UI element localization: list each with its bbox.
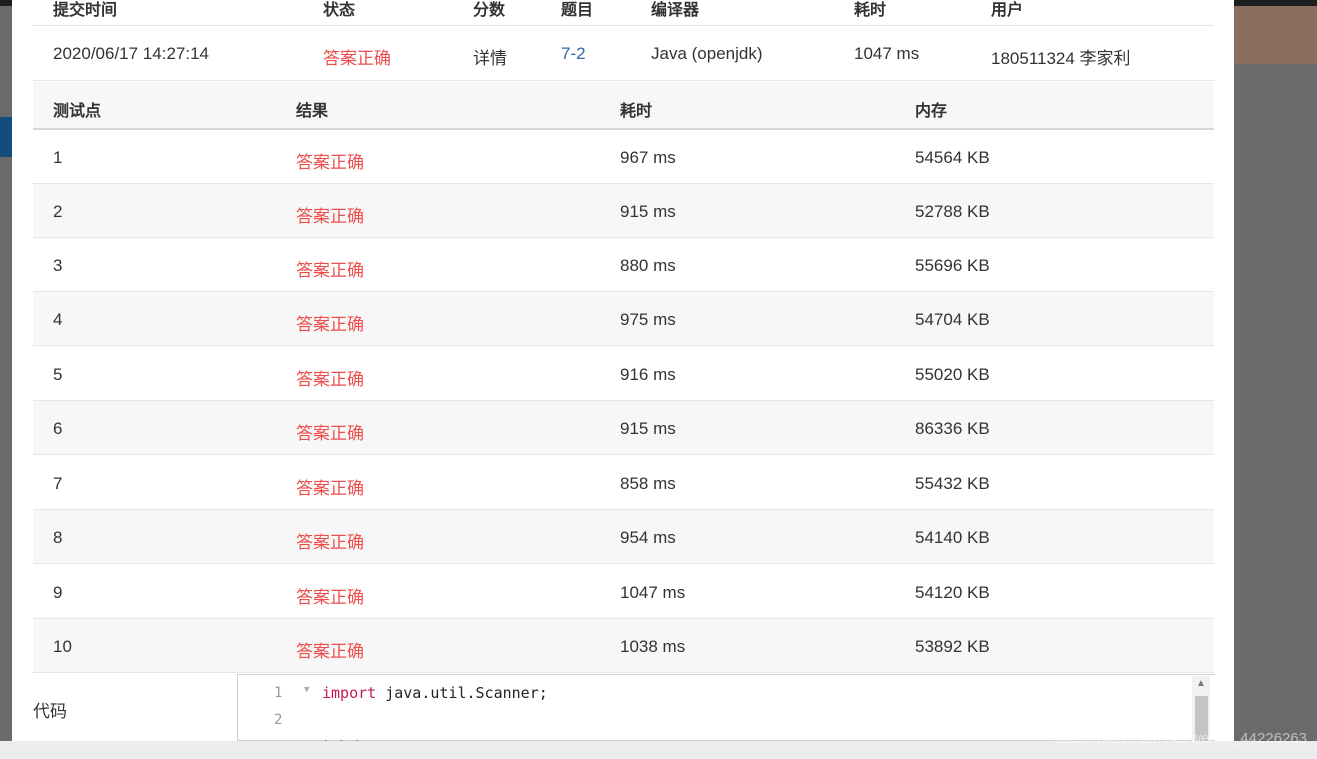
- header-compiler: 编译器: [651, 2, 700, 19]
- testcase-id: 6: [53, 419, 63, 438]
- testcase-id: 7: [53, 474, 63, 493]
- header-testcase: 测试点: [53, 103, 102, 120]
- table-row: 10 答案正确 1038 ms 53892 KB: [33, 619, 1214, 673]
- testcase-id: 3: [53, 256, 63, 275]
- table-row: 4 答案正确 975 ms 54704 KB: [33, 292, 1214, 346]
- code-line-partial: · · ·: [322, 735, 361, 741]
- table-row: 9 答案正确 1047 ms 54120 KB: [33, 565, 1214, 619]
- score-detail-link[interactable]: 详情: [473, 44, 507, 69]
- header-memory: 内存: [915, 103, 948, 120]
- testcase-result: 答案正确: [296, 207, 364, 226]
- testcase-time: 975 ms: [620, 310, 676, 329]
- testcase-result: 答案正确: [296, 315, 364, 334]
- table-row: 7 答案正确 858 ms 55432 KB: [33, 456, 1214, 510]
- testcase-memory: 54564 KB: [915, 148, 990, 167]
- testcase-id: 1: [53, 148, 63, 167]
- compiler: Java (openjdk): [651, 44, 763, 63]
- submit-time: 2020/06/17 14:27:14: [53, 44, 209, 63]
- line-gutter: 1 2 ▼: [238, 675, 309, 741]
- testcase-result: 答案正确: [296, 153, 364, 172]
- header-score: 分数: [473, 2, 506, 19]
- table-row: 1 答案正确 967 ms 54564 KB: [33, 130, 1214, 184]
- testcase-id: 4: [53, 310, 63, 329]
- testcase-time: 1038 ms: [620, 637, 686, 656]
- submission-header-row: 提交时间 状态 分数 题目 编译器 耗时 用户: [33, 0, 1214, 26]
- testcase-memory: 86336 KB: [915, 419, 990, 438]
- header-elapsed: 耗时: [854, 2, 887, 19]
- table-row: 6 答案正确 915 ms 86336 KB: [33, 401, 1214, 455]
- line-number: 2: [274, 712, 283, 728]
- testcase-memory: 55020 KB: [915, 365, 990, 384]
- testcase-time: 880 ms: [620, 256, 676, 275]
- testcase-time: 954 ms: [620, 528, 676, 547]
- table-row: 2 答案正确 915 ms 52788 KB: [33, 184, 1214, 238]
- testcase-memory: 53892 KB: [915, 637, 990, 656]
- testcase-memory: 52788 KB: [915, 202, 990, 221]
- fold-arrow-icon[interactable]: ▼: [304, 685, 309, 695]
- code-keyword: import: [322, 684, 377, 702]
- table-row: 8 答案正确 954 ms 54140 KB: [33, 510, 1214, 564]
- testcase-memory: 54140 KB: [915, 528, 990, 547]
- elapsed-time: 1047 ms: [854, 44, 920, 63]
- background-banner: [1234, 6, 1317, 64]
- line-number: 1: [274, 685, 283, 701]
- background-tab: [0, 117, 12, 157]
- testcase-result: 答案正确: [296, 533, 364, 552]
- header-problem: 题目: [561, 2, 594, 19]
- testcase-header-row: 测试点 结果 耗时 内存: [33, 82, 1214, 130]
- scroll-up-icon[interactable]: ▲: [1196, 678, 1206, 689]
- code-text: java.util.Scanner;: [376, 684, 548, 702]
- watermark: https://blog.csdn.net/weixin_44226263: [1051, 730, 1307, 747]
- table-row: 3 答案正确 880 ms 55696 KB: [33, 238, 1214, 292]
- testcase-memory: 54120 KB: [915, 583, 990, 602]
- testcase-result: 答案正确: [296, 588, 364, 607]
- header-status: 状态: [323, 2, 356, 19]
- testcase-result: 答案正确: [296, 424, 364, 443]
- table-row: 5 答案正确 916 ms 55020 KB: [33, 347, 1214, 401]
- testcase-result: 答案正确: [296, 642, 364, 661]
- testcase-time: 916 ms: [620, 365, 676, 384]
- submission-row: 2020/06/17 14:27:14 答案正确 详情 7-2 Java (op…: [33, 27, 1214, 81]
- testcase-result: 答案正确: [296, 479, 364, 498]
- testcase-time: 915 ms: [620, 202, 676, 221]
- testcase-id: 9: [53, 583, 63, 602]
- testcase-id: 5: [53, 365, 63, 384]
- code-label: 代码: [33, 702, 67, 721]
- testcase-time: 915 ms: [620, 419, 676, 438]
- testcase-memory: 55432 KB: [915, 474, 990, 493]
- testcase-time: 967 ms: [620, 148, 676, 167]
- testcase-memory: 54704 KB: [915, 310, 990, 329]
- user: 180511324 李家利: [991, 49, 1131, 68]
- testcase-result: 答案正确: [296, 261, 364, 280]
- testcase-result: 答案正确: [296, 370, 364, 389]
- problem-link[interactable]: 7-2: [561, 44, 586, 64]
- testcase-id: 10: [53, 637, 72, 656]
- header-user: 用户: [991, 2, 1024, 19]
- status-badge: 答案正确: [323, 49, 391, 68]
- testcase-time: 858 ms: [620, 474, 676, 493]
- testcase-id: 8: [53, 528, 63, 547]
- code-line: import java.util.Scanner;: [322, 684, 548, 702]
- testcase-time: 1047 ms: [620, 583, 686, 602]
- header-time: 耗时: [620, 103, 653, 120]
- testcase-memory: 55696 KB: [915, 256, 990, 275]
- header-submit-time: 提交时间: [53, 2, 118, 19]
- submission-detail-modal: 提交时间 状态 分数 题目 编译器 耗时 用户 2020/06/17 14:27…: [12, 0, 1234, 741]
- testcase-id: 2: [53, 202, 63, 221]
- header-result: 结果: [296, 103, 329, 120]
